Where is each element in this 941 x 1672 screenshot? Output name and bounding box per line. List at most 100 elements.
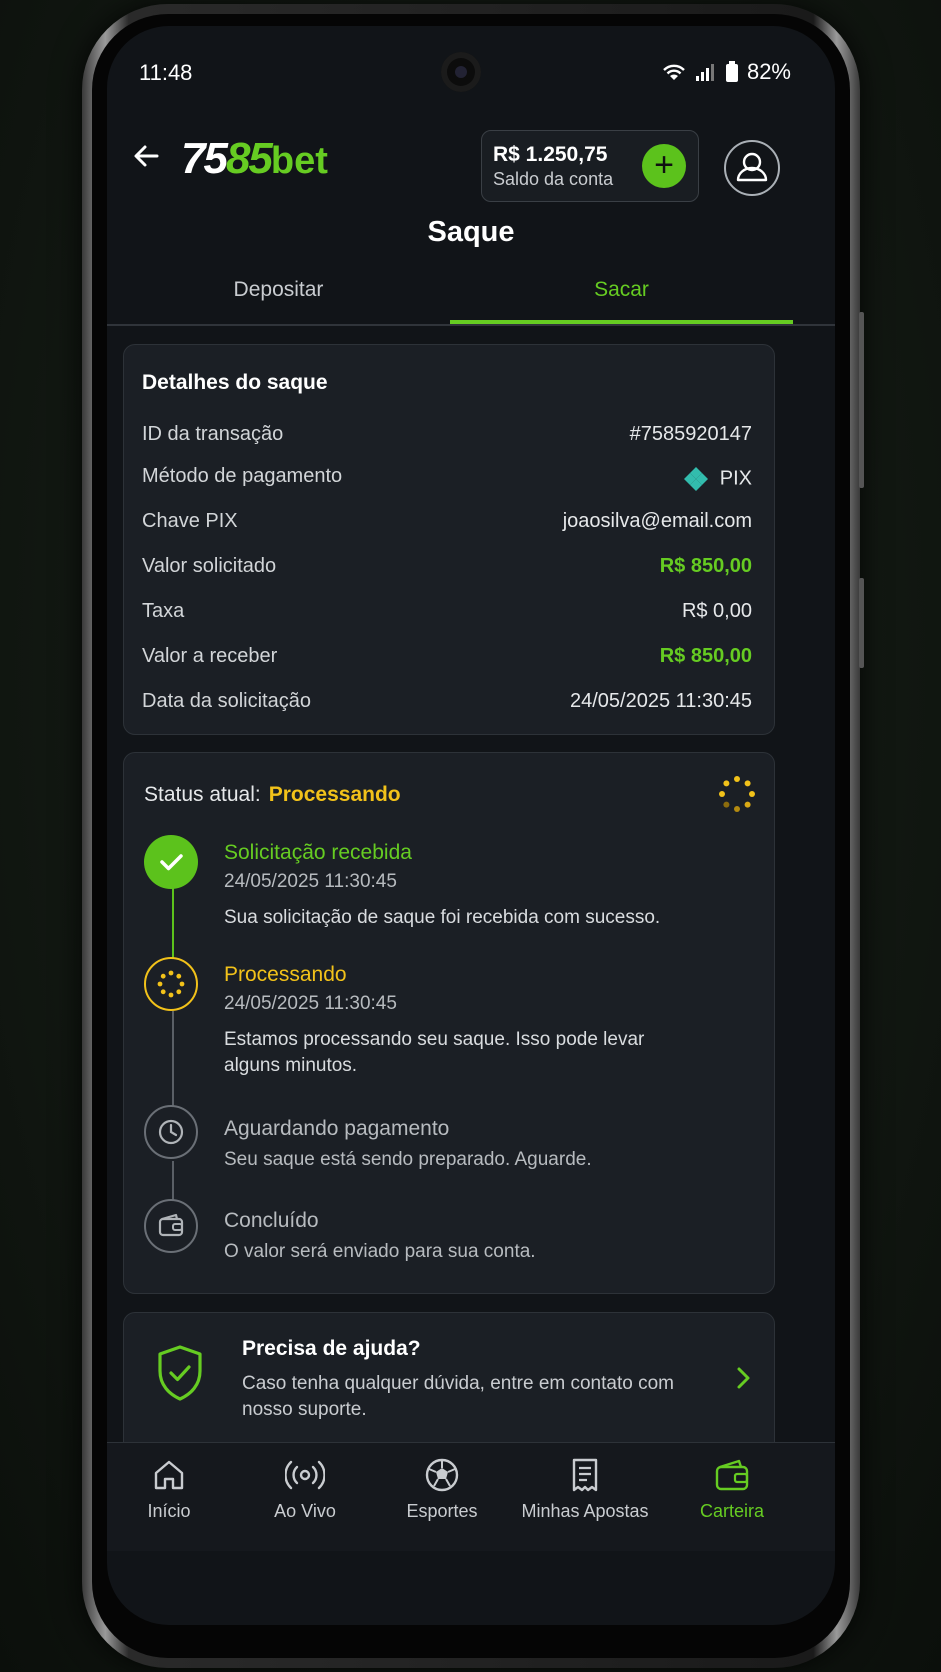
logo-text: 75 [181, 134, 228, 183]
step-completed-icon [144, 835, 198, 889]
clock-icon [158, 1119, 184, 1145]
receipt-icon [572, 1458, 598, 1492]
balance-value: R$ 1.250,75 [493, 143, 608, 166]
timeline-line [172, 1161, 174, 1201]
detail-value: 24/05/2025 11:30:45 [569, 690, 752, 712]
help-card[interactable]: Precisa de ajuda? Caso tenha qualquer dú… [123, 1312, 775, 1454]
tab-depositar[interactable]: Depositar [107, 268, 450, 324]
logo-text: 85 [225, 134, 273, 183]
nav-label: Esportes [406, 1501, 478, 1521]
back-arrow-icon[interactable] [127, 136, 167, 176]
nav-item-minhas-apostas[interactable]: Minhas Apostas [515, 1457, 655, 1522]
step-processing-icon [144, 957, 198, 1011]
detail-label: Chave PIX [142, 510, 238, 532]
page-title: Saque [427, 216, 515, 248]
step-pending-icon [144, 1199, 198, 1253]
status-card: Status atual: Processando Solicitação rec… [123, 752, 775, 1294]
detail-row: Valor a receber R$ 850,00 [142, 645, 752, 675]
step-description: Sua solicitação de saque foi recebida co… [224, 907, 661, 928]
wallet-icon [158, 1213, 184, 1237]
battery-percent: 82% [746, 59, 791, 84]
tab-sacar[interactable]: Sacar [450, 268, 793, 324]
tabs: Depositar Sacar [107, 268, 835, 326]
wallet-icon [715, 1459, 749, 1491]
wifi-icon [663, 64, 685, 80]
status-icons: 82% [661, 59, 791, 85]
timeline-line [172, 1011, 174, 1107]
loading-dots-icon [157, 970, 185, 998]
live-icon [285, 1460, 325, 1490]
details-title: Detalhes do saque [142, 371, 328, 394]
chevron-right-icon [737, 1367, 750, 1389]
bottom-navigation: Início Ao Vivo Esportes Minhas Apostas C… [107, 1442, 835, 1551]
detail-value: joaosilva@email.com [562, 510, 752, 532]
pix-icon [683, 467, 708, 491]
step-description: O valor será enviado para sua conta. [224, 1241, 536, 1262]
detail-value: R$ 0,00 [681, 600, 752, 622]
detail-row: Chave PIX joaosilva@email.com [142, 510, 752, 540]
logo-text: bet [270, 140, 328, 182]
nav-label: Ao Vivo [274, 1501, 336, 1521]
detail-value: R$ 850,00 [659, 645, 752, 667]
home-icon [154, 1460, 184, 1490]
nav-label: Início [147, 1501, 191, 1521]
add-funds-button[interactable]: + [642, 144, 686, 188]
balance-label: Saldo da conta [493, 169, 614, 189]
front-camera [441, 52, 481, 92]
status-header: Status atual: Processando [144, 783, 401, 807]
nav-item-esportes[interactable]: Esportes [387, 1457, 497, 1522]
battery-icon [725, 61, 738, 82]
nav-item-inicio[interactable]: Início [129, 1457, 209, 1522]
help-description: Caso tenha qualquer dúvida, entre em con… [242, 1373, 674, 1420]
phone-frame: 11:48 82% 7585bet R$ 1.250,75 Saldo da c… [82, 4, 864, 1668]
nav-item-carteira[interactable]: Carteira [687, 1457, 777, 1522]
profile-button[interactable] [724, 140, 780, 196]
app-logo[interactable]: 7585bet [181, 134, 328, 184]
user-icon [736, 152, 768, 182]
withdrawal-details-card: Detalhes do saque ID da transação #758592… [123, 344, 775, 735]
timeline-line [172, 887, 174, 963]
detail-value: PIX [682, 465, 752, 493]
step-description: Seu saque está sendo preparado. Aguarde. [224, 1149, 592, 1170]
step-date: 24/05/2025 11:30:45 [224, 993, 397, 1014]
side-button [859, 578, 864, 668]
step-description: Estamos processando seu saque. Isso pode… [224, 1029, 645, 1076]
nav-label: Minhas Apostas [521, 1501, 649, 1521]
soccer-ball-icon [425, 1458, 459, 1492]
step-title: Aguardando pagamento [224, 1117, 450, 1140]
status-bar: 11:48 82% [107, 26, 835, 98]
screen: 11:48 82% 7585bet R$ 1.250,75 Saldo da c… [107, 26, 835, 1625]
step-pending-icon [144, 1105, 198, 1159]
detail-label: Data da solicitação [142, 690, 311, 712]
status-label: Status atual: [144, 783, 261, 806]
detail-label: Valor a receber [142, 645, 278, 667]
detail-row: Método de pagamento PIX [142, 465, 752, 495]
side-button [859, 312, 864, 488]
status-value: Processando [268, 783, 401, 806]
detail-row: Valor solicitado R$ 850,00 [142, 555, 752, 585]
step-title: Concluído [224, 1209, 319, 1232]
detail-label: Método de pagamento [142, 465, 343, 487]
loading-spinner-icon [719, 776, 755, 812]
step-title: Solicitação recebida [224, 841, 412, 864]
nav-label: Carteira [699, 1501, 765, 1521]
step-title: Processando [224, 963, 347, 986]
step-date: 24/05/2025 11:30:45 [224, 871, 397, 892]
app-header: 7585bet R$ 1.250,75 Saldo da conta + [107, 116, 835, 206]
help-title: Precisa de ajuda? [242, 1337, 421, 1360]
detail-row: Taxa R$ 0,00 [142, 600, 752, 630]
detail-row: ID da transação #7585920147 [142, 423, 752, 453]
nav-item-ao-vivo[interactable]: Ao Vivo [255, 1457, 355, 1522]
balance-box[interactable]: R$ 1.250,75 Saldo da conta + [481, 130, 699, 202]
shield-check-icon [158, 1345, 202, 1401]
signal-icon [695, 64, 714, 81]
detail-row: Data da solicitação 24/05/2025 11:30:45 [142, 690, 752, 720]
detail-value: #7585920147 [629, 423, 752, 445]
detail-label: Valor solicitado [142, 555, 277, 577]
detail-label: ID da transação [142, 423, 284, 445]
status-time: 11:48 [139, 60, 193, 85]
check-icon [160, 854, 183, 871]
pix-label: PIX [719, 467, 752, 490]
detail-label: Taxa [142, 600, 185, 622]
detail-value: R$ 850,00 [659, 555, 752, 577]
